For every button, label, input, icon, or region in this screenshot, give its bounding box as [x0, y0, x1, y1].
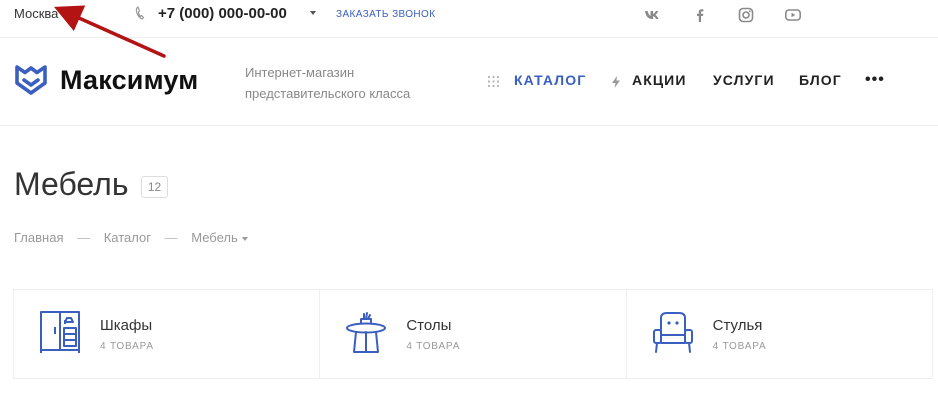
category-card-chairs[interactable]: Стулья 4 ТОВАРА — [627, 290, 932, 378]
logo-icon[interactable] — [14, 63, 48, 97]
nav-services[interactable]: УСЛУГИ — [713, 72, 775, 88]
breadcrumb-home[interactable]: Главная — [14, 230, 63, 245]
city-selector[interactable]: Москва — [14, 6, 58, 21]
breadcrumb-catalog[interactable]: Каталог — [104, 230, 151, 245]
category-card-tables[interactable]: Столы 4 ТОВАРА — [320, 290, 627, 378]
category-name[interactable]: Столы — [406, 317, 451, 334]
callback-link[interactable]: ЗАКАЗАТЬ ЗВОНОК — [336, 9, 435, 20]
breadcrumb-separator: — — [77, 230, 91, 245]
chair-icon — [651, 310, 695, 354]
slogan-line: Интернет-магазин — [245, 65, 355, 80]
slogan: Интернет-магазин представительского клас… — [245, 62, 435, 104]
phone-number[interactable]: +7 (000) 000-00-00 — [158, 5, 287, 22]
vk-icon[interactable] — [643, 6, 661, 24]
table-icon — [344, 310, 388, 354]
category-count: 4 ТОВАРА — [100, 341, 154, 352]
category-list: Шкафы 4 ТОВАРА Столы 4 ТОВАРА Стулья 4 Т… — [13, 289, 933, 379]
breadcrumb-separator: — — [164, 230, 178, 245]
lightning-icon — [612, 75, 620, 93]
logo-text[interactable]: Максимум — [60, 65, 198, 96]
site-header: Максимум Интернет-магазин представительс… — [0, 38, 938, 126]
slogan-line: представительского класса — [245, 86, 411, 101]
instagram-icon[interactable] — [737, 6, 755, 24]
chevron-down-icon[interactable] — [241, 236, 248, 241]
more-menu-button[interactable]: ••• — [865, 71, 885, 89]
breadcrumb-current[interactable]: Мебель — [191, 230, 238, 245]
top-bar: Москва +7 (000) 000-00-00 ЗАКАЗАТЬ ЗВОНО… — [0, 0, 938, 38]
nav-catalog[interactable]: КАТАЛОГ — [514, 72, 586, 88]
youtube-icon[interactable] — [784, 6, 802, 24]
nav-sales[interactable]: АКЦИИ — [632, 72, 687, 88]
facebook-icon[interactable] — [691, 6, 709, 24]
category-count: 4 ТОВАРА — [406, 341, 461, 352]
nav-blog[interactable]: БЛОГ — [799, 72, 842, 88]
category-count: 4 ТОВАРА — [712, 341, 767, 352]
grid-icon — [488, 74, 499, 92]
category-name[interactable]: Стулья — [713, 317, 763, 334]
product-count-badge: 12 — [141, 176, 168, 198]
phone-icon — [135, 6, 145, 23]
wardrobe-icon — [38, 310, 82, 354]
chevron-down-icon[interactable] — [310, 11, 316, 15]
category-card-wardrobes[interactable]: Шкафы 4 ТОВАРА — [14, 290, 321, 378]
page-title: Мебель — [14, 166, 129, 202]
category-name[interactable]: Шкафы — [100, 317, 152, 334]
breadcrumb: Главная — Каталог — Мебель — [14, 230, 248, 245]
